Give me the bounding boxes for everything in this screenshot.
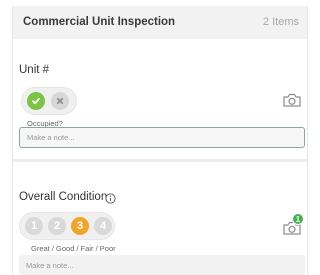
section-title: Commercial Unit Inspection [23, 16, 176, 28]
item-count: 2 Items [262, 16, 299, 28]
no-button[interactable] [51, 92, 69, 110]
camera-icon[interactable] [283, 93, 301, 107]
close-icon [56, 97, 64, 105]
info-icon[interactable] [105, 193, 116, 204]
condition-rating: 1 2 3 4 [19, 212, 115, 240]
occupied-toggle [21, 87, 77, 115]
rating-1-button[interactable]: 1 [25, 217, 43, 235]
condition-label: Overall Condition [19, 191, 108, 203]
condition-note-input[interactable] [19, 255, 305, 275]
photo-count-badge: 1 [292, 213, 304, 225]
section-divider [13, 159, 307, 162]
section-header: Commercial Unit Inspection 2 Items [13, 6, 307, 39]
rating-3-button[interactable]: 3 [71, 217, 89, 235]
rating-4-button[interactable]: 4 [94, 217, 112, 235]
inspection-card: Commercial Unit Inspection 2 Items Unit … [12, 6, 308, 275]
unit-label: Unit # [19, 64, 50, 76]
unit-note-input[interactable] [19, 127, 305, 148]
check-icon [32, 97, 40, 105]
rating-2-button[interactable]: 2 [48, 217, 66, 235]
yes-button[interactable] [27, 92, 45, 110]
rating-caption: Great / Good / Fair / Poor [31, 244, 116, 253]
